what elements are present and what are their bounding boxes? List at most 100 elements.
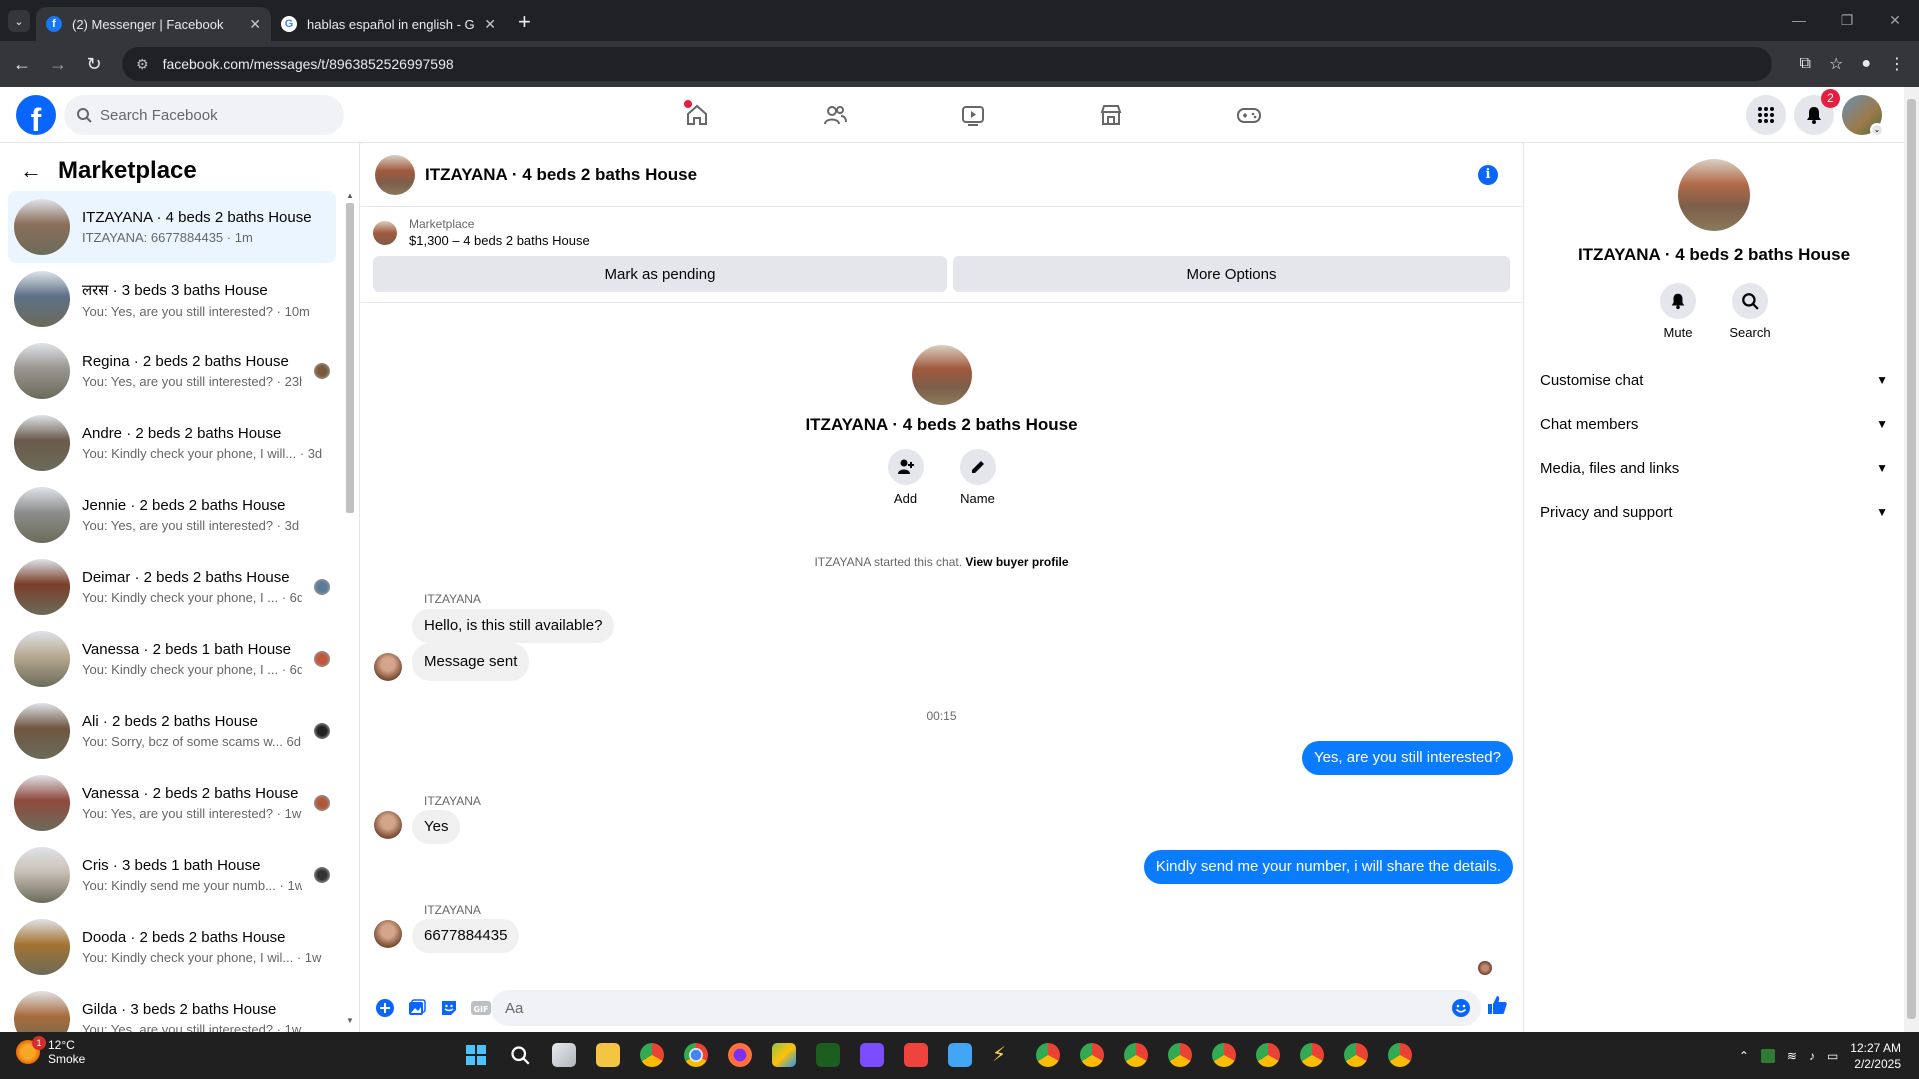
conversation-item[interactable]: ITZAYANA · 4 beds 2 baths House ITZAYANA:… bbox=[8, 191, 336, 263]
tab-search-button[interactable]: ⌄ bbox=[8, 10, 30, 32]
notifications-button[interactable]: 2 bbox=[1794, 89, 1840, 135]
conversation-item[interactable]: Andre · 2 beds 2 baths House You: Kindly … bbox=[8, 407, 336, 479]
chrome-icon[interactable] bbox=[1208, 1038, 1240, 1072]
incoming-message[interactable]: 6677884435 bbox=[412, 919, 520, 953]
chrome-icon[interactable] bbox=[1384, 1038, 1416, 1072]
conversation-item[interactable]: Ali · 2 beds 2 baths House You: Sorry, bc… bbox=[8, 695, 336, 767]
nav-home[interactable] bbox=[628, 87, 766, 143]
file-explorer-icon[interactable] bbox=[592, 1038, 624, 1072]
page-scrollbar[interactable] bbox=[1904, 87, 1919, 1032]
purple-app-icon[interactable] bbox=[856, 1038, 888, 1072]
incoming-message[interactable]: Yes bbox=[412, 810, 461, 844]
sender-avatar[interactable] bbox=[374, 920, 402, 948]
battery-icon[interactable]: ▭ bbox=[1827, 1049, 1838, 1063]
like-thumb-icon[interactable] bbox=[1486, 994, 1508, 1016]
chrome-icon[interactable] bbox=[1120, 1038, 1152, 1072]
message-input[interactable] bbox=[505, 999, 1405, 1017]
search-input[interactable] bbox=[100, 106, 320, 124]
section-customise-chat[interactable]: Customise chat ▼ bbox=[1532, 358, 1896, 402]
chrome-icon[interactable] bbox=[1252, 1038, 1284, 1072]
conversation-item[interactable]: Vanessa · 2 beds 1 bath House You: Kindly… bbox=[8, 623, 336, 695]
details-avatar[interactable] bbox=[1678, 159, 1750, 231]
browser-menu-icon[interactable]: ⋮ bbox=[1889, 54, 1905, 74]
nav-marketplace[interactable] bbox=[1042, 87, 1180, 143]
sticker-button[interactable] bbox=[433, 992, 465, 1024]
weather-widget[interactable]: 1 12°C Smoke bbox=[16, 1036, 85, 1066]
scroll-up-icon[interactable]: ▲ bbox=[346, 191, 354, 200]
tab-google[interactable]: G hablas español in english - Goo ✕ bbox=[271, 7, 506, 41]
section-media-files-links[interactable]: Media, files and links ▼ bbox=[1532, 446, 1896, 490]
conversation-item[interactable]: लरस · 3 beds 3 baths House You: Yes, are … bbox=[8, 263, 336, 335]
chrome-icon[interactable] bbox=[1076, 1038, 1108, 1072]
attach-photo-button[interactable] bbox=[401, 992, 433, 1024]
conversation-item[interactable]: Deimar · 2 beds 2 baths House You: Kindly… bbox=[8, 551, 336, 623]
outgoing-message[interactable]: Yes, are you still interested? bbox=[1301, 741, 1513, 775]
facebook-search[interactable] bbox=[64, 95, 344, 135]
scroll-down-icon[interactable]: ▼ bbox=[346, 1016, 354, 1025]
back-icon[interactable]: ← bbox=[4, 54, 40, 75]
volume-icon[interactable]: ♪ bbox=[1809, 1049, 1815, 1063]
new-tab-button[interactable]: + bbox=[518, 9, 531, 35]
clock[interactable]: 12:27 AM 2/2/2025 bbox=[1850, 1040, 1901, 1072]
app-tray-icon[interactable] bbox=[1760, 1048, 1775, 1063]
chrome-icon[interactable] bbox=[1032, 1038, 1064, 1072]
firefox-icon[interactable] bbox=[724, 1038, 756, 1072]
infinity-app-icon[interactable] bbox=[812, 1038, 844, 1072]
facebook-logo-icon[interactable]: f bbox=[16, 95, 56, 135]
conversation-item[interactable]: Jennie · 2 beds 2 baths House You: Yes, a… bbox=[8, 479, 336, 551]
chevron-up-icon[interactable]: ⌃ bbox=[1739, 1049, 1749, 1063]
chrome-icon[interactable] bbox=[1164, 1038, 1196, 1072]
conversation-scrollbar[interactable]: ▲ ▼ bbox=[344, 191, 356, 1025]
incoming-message[interactable]: Message sent bbox=[412, 643, 530, 681]
nav-video[interactable] bbox=[904, 87, 1042, 143]
conversation-item[interactable]: Gilda · 3 beds 2 baths House You: Yes, ar… bbox=[8, 983, 336, 1032]
install-app-icon[interactable]: ⧉ bbox=[1800, 55, 1811, 73]
sender-avatar[interactable] bbox=[374, 653, 402, 681]
search-in-chat-button[interactable]: Search bbox=[1729, 283, 1771, 340]
chrome-profile-icon[interactable] bbox=[636, 1038, 668, 1072]
nav-gaming[interactable] bbox=[1180, 87, 1318, 143]
scrollbar-thumb[interactable] bbox=[346, 203, 354, 513]
page-scrollbar-thumb[interactable] bbox=[1907, 99, 1916, 1019]
conversation-item[interactable]: Vanessa · 2 beds 2 baths House You: Yes, … bbox=[8, 767, 336, 839]
account-avatar[interactable]: ⌄ bbox=[1842, 95, 1884, 137]
close-window-icon[interactable]: ✕ bbox=[1871, 0, 1919, 41]
tab-close-icon[interactable]: ✕ bbox=[484, 16, 496, 33]
conversation-item[interactable]: Regina · 2 beds 2 baths House You: Yes, a… bbox=[8, 335, 336, 407]
sender-avatar[interactable] bbox=[374, 811, 402, 839]
tab-close-icon[interactable]: ✕ bbox=[249, 16, 261, 33]
bluestacks-icon[interactable] bbox=[768, 1038, 800, 1072]
forward-icon[interactable]: → bbox=[40, 54, 76, 75]
outgoing-message[interactable]: Kindly send me your number, i will share… bbox=[1143, 850, 1513, 884]
anydesk-icon[interactable] bbox=[900, 1038, 932, 1072]
nav-friends[interactable] bbox=[766, 87, 904, 143]
mute-button[interactable]: Mute bbox=[1660, 283, 1696, 340]
bookmark-star-icon[interactable]: ☆ bbox=[1829, 54, 1843, 74]
conversation-item[interactable]: Dooda · 2 beds 2 baths House You: Kindly … bbox=[8, 911, 336, 983]
tab-messenger[interactable]: f (2) Messenger | Facebook ✕ bbox=[36, 7, 271, 41]
back-arrow-icon[interactable]: ← bbox=[20, 158, 42, 184]
chrome-icon[interactable] bbox=[680, 1038, 712, 1072]
menu-button[interactable] bbox=[1746, 95, 1786, 135]
chrome-icon[interactable] bbox=[1340, 1038, 1372, 1072]
restore-icon[interactable]: ❐ bbox=[1823, 0, 1871, 41]
windows-start-icon[interactable] bbox=[460, 1038, 492, 1072]
site-info-icon[interactable]: ⚙ bbox=[136, 56, 149, 73]
more-actions-button[interactable] bbox=[369, 992, 401, 1024]
conversation-item[interactable]: Cris · 3 beds 1 bath House You: Kindly se… bbox=[8, 839, 336, 911]
section-chat-members[interactable]: Chat members ▼ bbox=[1532, 402, 1896, 446]
address-bar[interactable]: ⚙ facebook.com/messages/t/89638525269975… bbox=[122, 47, 1772, 81]
profile-icon[interactable]: ● bbox=[1861, 55, 1871, 73]
conversation-thumbnail bbox=[14, 271, 70, 327]
wifi-icon[interactable]: ≋ bbox=[1787, 1049, 1797, 1063]
task-view-icon[interactable] bbox=[548, 1038, 580, 1072]
notepad-icon[interactable] bbox=[944, 1038, 976, 1072]
emoji-icon[interactable] bbox=[1451, 998, 1471, 1018]
bolt-app-icon[interactable]: ⚡ bbox=[988, 1038, 1020, 1072]
search-icon[interactable] bbox=[504, 1038, 536, 1072]
incoming-message[interactable]: Hello, is this still available? bbox=[412, 609, 615, 643]
section-privacy-support[interactable]: Privacy and support ▼ bbox=[1532, 490, 1896, 534]
minimize-icon[interactable]: — bbox=[1775, 0, 1823, 41]
chrome-icon[interactable] bbox=[1296, 1038, 1328, 1072]
reload-icon[interactable]: ↻ bbox=[76, 54, 112, 75]
